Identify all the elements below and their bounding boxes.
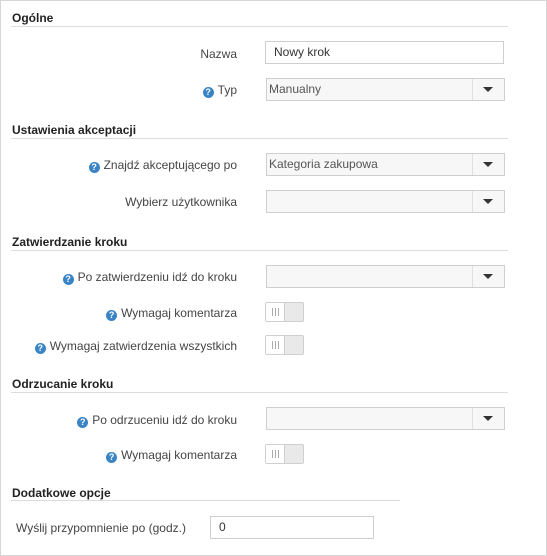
chevron-down-icon bbox=[483, 162, 493, 167]
find-approver-value: Kategoria zakupowa bbox=[269, 157, 378, 171]
question-circle-icon[interactable]: ? bbox=[77, 417, 89, 428]
type-select-value: Manualny bbox=[269, 82, 322, 96]
approval-comment-toggle[interactable] bbox=[265, 302, 304, 322]
name-input[interactable]: Nowy krok bbox=[265, 41, 504, 64]
section-divider bbox=[11, 138, 508, 139]
require-all-toggle[interactable] bbox=[265, 335, 304, 355]
dropdown-toggle[interactable] bbox=[472, 408, 504, 429]
require-all-label: ? Wymagaj zatwierdzenia wszystkich bbox=[34, 339, 237, 354]
section-divider bbox=[11, 26, 508, 27]
chevron-down-icon bbox=[483, 274, 493, 279]
question-circle-icon[interactable]: ? bbox=[62, 274, 74, 285]
after-approval-label: ? Po zatwierdzeniu idź do kroku bbox=[62, 270, 237, 285]
after-rejection-label: ? Po odrzuceniu idź do kroku bbox=[77, 413, 237, 428]
section-divider bbox=[11, 500, 400, 501]
section-divider bbox=[11, 392, 508, 393]
rejection-comment-label: ? Wymagaj komentarza bbox=[106, 448, 237, 463]
grip-icon bbox=[272, 450, 279, 458]
question-circle-icon[interactable]: ? bbox=[34, 343, 46, 354]
section-title-approval: Zatwierdzanie kroku bbox=[12, 235, 128, 249]
type-label: ? Typ bbox=[202, 83, 237, 98]
toggle-knob bbox=[266, 303, 285, 321]
grip-icon bbox=[272, 308, 279, 316]
section-title-acceptance: Ustawienia akceptacji bbox=[12, 123, 137, 137]
type-select[interactable]: Manualny bbox=[266, 78, 505, 101]
select-user-label: Wybierz użytkownika bbox=[125, 195, 237, 209]
name-label: Nazwa bbox=[200, 47, 237, 61]
chevron-down-icon bbox=[483, 416, 493, 421]
question-circle-icon[interactable]: ? bbox=[106, 310, 118, 321]
toggle-knob bbox=[266, 445, 285, 463]
question-circle-icon[interactable]: ? bbox=[106, 452, 118, 463]
after-rejection-select[interactable] bbox=[266, 407, 505, 430]
reminder-input[interactable]: 0 bbox=[210, 516, 374, 539]
section-divider bbox=[11, 250, 508, 251]
rejection-comment-toggle[interactable] bbox=[265, 444, 304, 464]
after-approval-select[interactable] bbox=[266, 265, 505, 288]
find-approver-select[interactable]: Kategoria zakupowa bbox=[266, 153, 505, 176]
dropdown-toggle[interactable] bbox=[472, 154, 504, 175]
approval-comment-label: ? Wymagaj komentarza bbox=[106, 306, 237, 321]
section-title-general: Ogólne bbox=[12, 11, 54, 25]
dropdown-toggle[interactable] bbox=[472, 79, 504, 100]
chevron-down-icon bbox=[483, 199, 493, 204]
reminder-label: Wyślij przypomnienie po (godz.) bbox=[16, 521, 186, 535]
find-approver-label: ? Znajdź akceptującego po bbox=[88, 158, 237, 173]
dropdown-toggle[interactable] bbox=[472, 266, 504, 287]
section-title-extra: Dodatkowe opcje bbox=[12, 486, 111, 500]
question-circle-icon[interactable]: ? bbox=[88, 162, 100, 173]
question-circle-icon[interactable]: ? bbox=[202, 87, 214, 98]
settings-panel: Ogólne Nazwa Nowy krok ? Typ Manualny Ust… bbox=[0, 0, 547, 556]
select-user-select[interactable] bbox=[266, 190, 505, 213]
grip-icon bbox=[272, 341, 279, 349]
chevron-down-icon bbox=[483, 87, 493, 92]
toggle-knob bbox=[266, 336, 285, 354]
section-title-rejection: Odrzucanie kroku bbox=[12, 377, 114, 391]
dropdown-toggle[interactable] bbox=[472, 191, 504, 212]
